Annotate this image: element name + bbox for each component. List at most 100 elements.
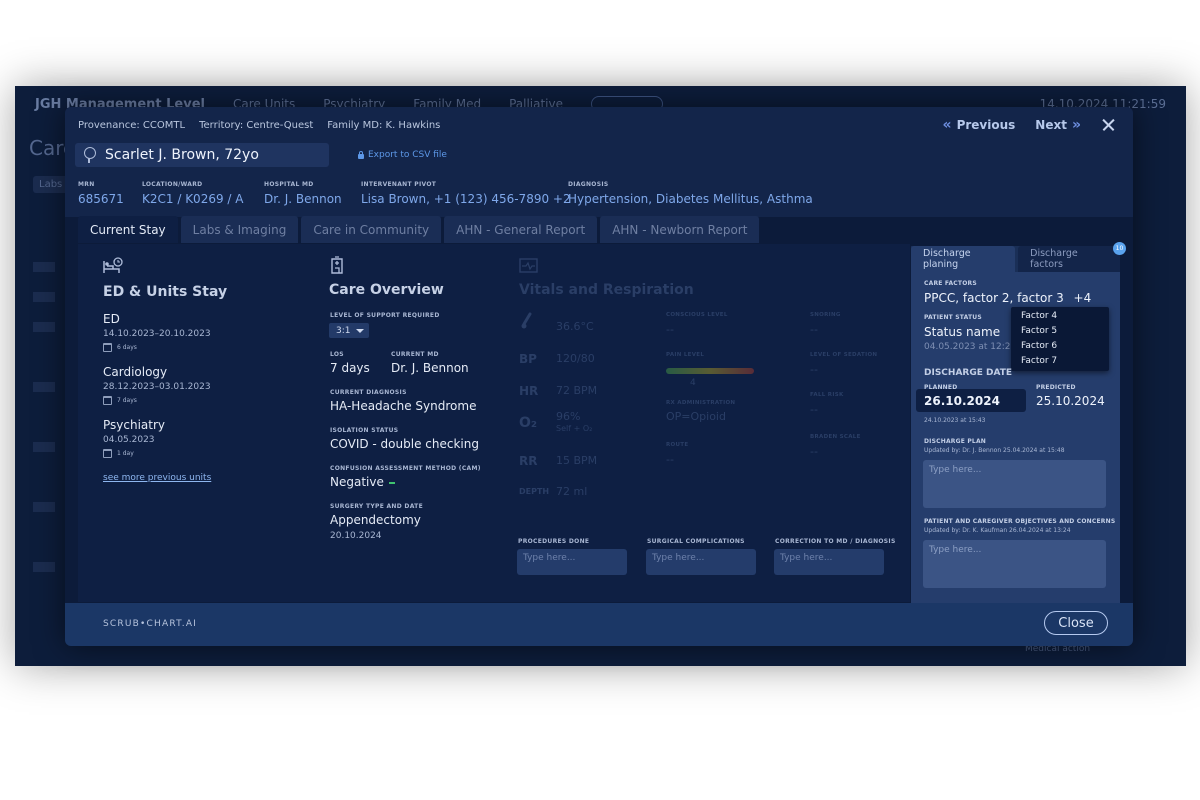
export-csv-link[interactable]: Export to CSV file	[358, 150, 447, 160]
correction-input[interactable]: Type here...	[774, 549, 884, 575]
previous-label: Previous	[956, 118, 1016, 132]
pain-level-slider	[666, 368, 754, 374]
background-row	[33, 502, 55, 512]
next-label: Next	[1035, 118, 1067, 132]
surgery-value: Appendectomy	[330, 513, 421, 527]
previous-button[interactable]: « Previous	[933, 115, 1026, 135]
current-md-label: CURRENT MD	[391, 351, 439, 358]
main-tabs: Current Stay Labs & Imaging Care in Comm…	[78, 216, 760, 243]
location-field: LOCATION/WARD K2C1 / K0269 / A	[142, 181, 243, 206]
territory: Territory: Centre-Quest	[199, 120, 314, 131]
rr-value: 15 BPM	[556, 454, 598, 467]
isolation-value: COVID - double checking	[330, 437, 479, 451]
bed-clock-icon	[103, 257, 123, 273]
background-row	[33, 562, 55, 572]
bp-label: BP	[519, 352, 537, 366]
current-diagnosis-label: CURRENT DIAGNOSIS	[330, 389, 407, 396]
procedures-label: PROCEDURES DONE	[518, 538, 590, 545]
discharge-tabs: Discharge planing Discharge factors	[911, 246, 1120, 272]
surgery-label: SURGERY TYPE AND DATE	[330, 503, 423, 510]
pain-label: PAIN LEVEL	[666, 352, 705, 358]
cam-value-text: Negative	[330, 475, 384, 489]
hospital-building-icon	[331, 256, 343, 274]
thermometer-icon	[521, 312, 532, 329]
support-label: LEVEL OF SUPPORT REQUIRED	[330, 312, 440, 319]
close-icon[interactable]	[1099, 115, 1119, 135]
tab-discharge-factors[interactable]: Discharge factors	[1018, 246, 1120, 272]
cam-label: CONFUSION ASSESSMENT METHOD (CAM)	[330, 465, 481, 472]
snoring-label: SNORING	[810, 312, 841, 318]
see-more-units-link[interactable]: see more previous units	[103, 473, 211, 483]
unit-name: ED	[103, 312, 120, 326]
procedures-input[interactable]: Type here...	[517, 549, 627, 575]
caret-down-icon	[356, 328, 365, 333]
cam-value: Negative	[330, 475, 395, 489]
background-row	[33, 442, 55, 452]
dropdown-option[interactable]: Factor 7	[1021, 356, 1057, 366]
care-factors-value[interactable]: PPCC, factor 2, factor 3 +4	[924, 291, 1091, 305]
tab-current-stay[interactable]: Current Stay	[78, 216, 178, 243]
depth-label: DEPTH	[519, 487, 550, 496]
background-row	[33, 292, 55, 302]
double-chevron-left-icon: «	[942, 117, 952, 133]
background-row	[33, 262, 55, 272]
calendar-icon	[103, 343, 112, 352]
care-factors-more[interactable]: +4	[1074, 291, 1092, 305]
tab-ahn-newborn-report[interactable]: AHN - Newborn Report	[600, 216, 760, 243]
fall-risk-label: FALL RISK	[810, 392, 844, 398]
braden-value: --	[810, 445, 818, 458]
tab-labs-imaging[interactable]: Labs & Imaging	[180, 216, 299, 243]
tab-care-in-community[interactable]: Care in Community	[301, 216, 442, 243]
care-factors-text: PPCC, factor 2, factor 3	[924, 291, 1064, 305]
intervenant-field: INTERVENANT PIVOT Lisa Brown, +1 (123) 4…	[361, 181, 571, 206]
patient-name-field[interactable]: Scarlet J. Brown, 72yo	[75, 143, 329, 167]
o2-sub: Self + O₂	[556, 424, 593, 433]
mrn-field: MRN 685671	[78, 181, 124, 206]
diagnosis-value: Hypertension, Diabetes Mellitus, Asthma	[568, 192, 813, 206]
hospital-md-label: HOSPITAL MD	[264, 181, 314, 188]
objectives-input[interactable]: Type here...	[923, 540, 1106, 588]
tab-discharge-planing[interactable]: Discharge planing	[911, 246, 1016, 272]
dropdown-option[interactable]: Factor 5	[1021, 326, 1057, 336]
overview-title: Care Overview	[329, 282, 444, 298]
patient-status-label: PATIENT STATUS	[924, 314, 982, 321]
o2-label: O₂	[519, 415, 538, 431]
calendar-icon	[103, 449, 112, 458]
tab-ahn-general-report[interactable]: AHN - General Report	[444, 216, 598, 243]
current-stay-content: ED & Units Stay ED 14.10.2023–20.10.2023…	[78, 244, 910, 602]
patient-modal: Provenance: CCOMTL Territory: Centre-Que…	[65, 107, 1133, 646]
double-chevron-right-icon: »	[1071, 117, 1081, 133]
isolation-label: ISOLATION STATUS	[330, 427, 399, 434]
unit-dates: 14.10.2023–20.10.2023	[103, 329, 211, 339]
discharge-plan-input[interactable]: Type here...	[923, 460, 1106, 508]
patient-status-value: Status name	[924, 325, 1001, 339]
depth-value: 72 ml	[556, 485, 588, 498]
care-factors-label: CARE FACTORS	[924, 280, 977, 287]
bp-value: 120/80	[556, 352, 595, 365]
factors-count-badge: 10	[1113, 242, 1126, 255]
los-value: 7 days	[330, 361, 370, 375]
intervenant-value[interactable]: Lisa Brown, +1 (123) 456-7890 +2	[361, 192, 571, 206]
support-level-select[interactable]: 3:1	[329, 323, 369, 338]
discharge-panel: Discharge planing Discharge factors 10 C…	[911, 242, 1126, 603]
modal-footer: SCRUB•CHART.AI Close	[65, 603, 1133, 646]
next-button[interactable]: Next »	[1025, 115, 1091, 135]
o2-value: 96%	[556, 410, 581, 423]
unit-days: 1 day	[103, 449, 134, 458]
los-label: LOS	[330, 351, 344, 358]
calendar-icon	[103, 396, 112, 405]
factors-dropdown: Factor 4 Factor 5 Factor 6 Factor 7	[1011, 307, 1109, 371]
dropdown-option[interactable]: Factor 6	[1021, 341, 1057, 351]
rx-value: OP=Opioid	[666, 410, 726, 423]
surgery-date: 20.10.2024	[330, 531, 382, 541]
close-button[interactable]: Close	[1044, 611, 1108, 635]
unit-dates: 28.12.2023–03.01.2023	[103, 382, 211, 392]
diagnosis-field: DIAGNOSIS Hypertension, Diabetes Mellitu…	[568, 181, 813, 206]
discharge-planing-body: CARE FACTORS PPCC, factor 2, factor 3 +4…	[911, 272, 1120, 603]
discharge-plan-updated: Updated by: Dr. J. Bennon 25.04.2024 at …	[924, 447, 1065, 454]
unit-days-label: 1 day	[117, 450, 134, 457]
complications-input[interactable]: Type here...	[646, 549, 756, 575]
discharge-date-heading: DISCHARGE DATE	[924, 368, 1013, 378]
dropdown-option[interactable]: Factor 4	[1021, 311, 1057, 321]
background-footer: Medical action	[15, 644, 1186, 666]
